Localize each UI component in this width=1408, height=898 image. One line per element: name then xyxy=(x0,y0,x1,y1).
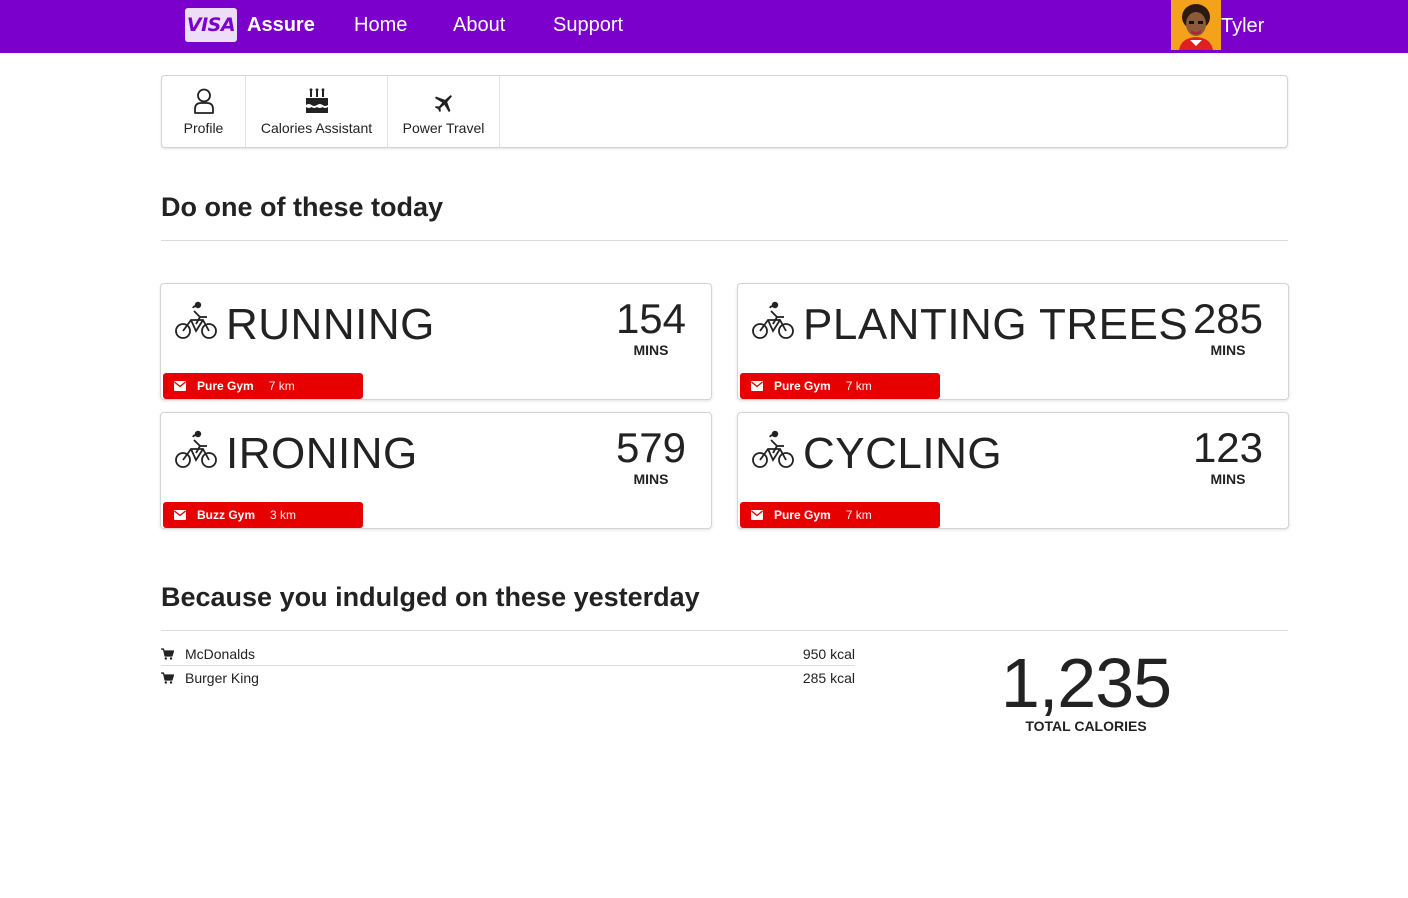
list-item: McDonalds 950 kcal xyxy=(161,643,855,666)
menu-item-label: Power Travel xyxy=(402,119,485,136)
total-calories-statistic: 1,235 TOTAL CALORIES xyxy=(980,644,1192,734)
gym-name: Pure Gym xyxy=(774,508,831,522)
gym-distance: 7 km xyxy=(845,379,872,393)
envelope-icon xyxy=(751,381,763,391)
brand-name: Assure xyxy=(247,13,315,36)
activity-minutes: 123 xyxy=(1192,424,1264,471)
envelope-icon xyxy=(174,510,186,520)
shopping-cart-icon xyxy=(161,648,185,660)
activity-unit: MINS xyxy=(633,471,669,487)
menu-item-label: Calories Assistant xyxy=(260,119,373,136)
activity-duration: 154 MINS xyxy=(606,295,696,359)
total-calories-value: 1,235 xyxy=(1000,644,1172,722)
nav-support-link[interactable]: Support xyxy=(553,14,623,37)
activity-unit: MINS xyxy=(1210,342,1246,358)
menu-item-power-travel[interactable]: Power Travel xyxy=(388,76,500,147)
yesterday-section-title: Because you indulged on these yesterday xyxy=(161,582,700,612)
top-navbar: VISA Assure Home About Support Tyler xyxy=(0,0,1408,53)
gym-tag[interactable]: Pure Gym 7 km xyxy=(740,502,940,528)
envelope-icon xyxy=(174,381,186,391)
activity-duration: 123 MINS xyxy=(1183,424,1273,488)
today-section-title: Do one of these today xyxy=(161,192,444,222)
menu-item-label: Profile xyxy=(183,119,224,136)
food-kcal: 950 kcal xyxy=(802,646,855,662)
shopping-cart-icon xyxy=(161,671,185,684)
activity-minutes: 579 xyxy=(615,424,687,471)
activity-card-running[interactable]: RUNNING 154 MINS Pure Gym 7 km xyxy=(160,283,712,400)
food-name: McDonalds xyxy=(185,646,256,662)
list-item: Burger King 285 kcal xyxy=(161,666,855,689)
activity-duration: 285 MINS xyxy=(1183,295,1273,359)
activity-name: IRONING xyxy=(226,429,418,478)
activity-card-planting-trees[interactable]: PLANTING TREES 285 MINS Pure Gym 7 km xyxy=(737,283,1289,400)
gym-tag[interactable]: Pure Gym 7 km xyxy=(740,373,940,399)
gym-tag[interactable]: Buzz Gym 3 km xyxy=(163,502,363,528)
avatar xyxy=(1171,0,1221,50)
nav-about-link[interactable]: About xyxy=(453,14,505,37)
gym-distance: 7 km xyxy=(268,379,295,393)
user-name: Tyler xyxy=(1221,14,1265,37)
activity-unit: MINS xyxy=(633,342,669,358)
activity-card-cycling[interactable]: CYCLING 123 MINS Pure Gym 7 km xyxy=(737,412,1289,529)
visa-logo: VISA xyxy=(185,8,237,42)
envelope-icon xyxy=(751,510,763,520)
gym-distance: 7 km xyxy=(845,508,872,522)
food-name: Burger King xyxy=(185,669,259,686)
activity-minutes: 154 xyxy=(615,295,687,342)
activity-name: PLANTING TREES xyxy=(803,300,1189,349)
food-kcal: 285 kcal xyxy=(802,669,855,686)
cyclist-icon xyxy=(751,298,795,342)
activity-name: CYCLING xyxy=(803,429,1003,478)
plane-icon xyxy=(433,88,455,114)
divider xyxy=(161,240,1288,241)
gym-name: Pure Gym xyxy=(197,379,254,393)
feature-menu: Profile Calories Assistant Power Travel xyxy=(161,75,1288,148)
gym-tag[interactable]: Pure Gym 7 km xyxy=(163,373,363,399)
brand-link[interactable]: VISA Assure xyxy=(185,8,315,42)
menu-item-profile[interactable]: Profile xyxy=(162,76,246,147)
birthday-cake-icon xyxy=(304,87,330,114)
activity-duration: 579 MINS xyxy=(606,424,696,488)
cyclist-icon xyxy=(174,427,218,471)
menu-item-calories-assistant[interactable]: Calories Assistant xyxy=(246,76,388,147)
activity-card-ironing[interactable]: IRONING 579 MINS Buzz Gym 3 km xyxy=(160,412,712,529)
activity-name: RUNNING xyxy=(226,300,435,349)
activity-unit: MINS xyxy=(1210,471,1246,487)
gym-distance: 3 km xyxy=(270,508,297,522)
gym-name: Buzz Gym xyxy=(197,508,256,522)
user-icon xyxy=(193,88,215,114)
user-menu[interactable]: Tyler xyxy=(1171,0,1264,50)
cyclist-icon xyxy=(174,298,218,342)
nav-home-link[interactable]: Home xyxy=(354,14,407,37)
gym-name: Pure Gym xyxy=(774,379,831,393)
activity-minutes: 285 xyxy=(1192,295,1264,342)
divider xyxy=(161,630,1288,631)
cyclist-icon xyxy=(751,427,795,471)
indulgence-list: McDonalds 950 kcal Burger King 285 kcal xyxy=(161,643,855,689)
